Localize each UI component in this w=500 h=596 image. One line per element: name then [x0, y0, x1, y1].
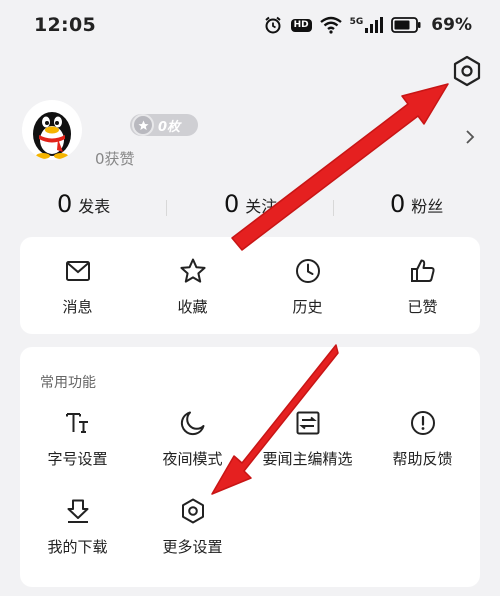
help-icon: [410, 411, 435, 435]
medal-icon: [132, 114, 154, 136]
profile-section[interactable]: 0枚 0获赞: [0, 95, 500, 185]
medal-count: 0枚: [158, 119, 181, 135]
quick-action-messages[interactable]: 消息: [20, 257, 135, 317]
battery-percentage: 69%: [431, 15, 472, 35]
stat-value: 0: [57, 190, 73, 218]
section-title: 常用功能: [40, 375, 96, 391]
stat-following[interactable]: 0 关注: [224, 190, 277, 218]
quick-action-history[interactable]: 历史: [250, 257, 365, 317]
wifi-icon: [319, 16, 342, 34]
function-label: 要闻主编精选: [262, 450, 353, 468]
hexagon-settings-icon: [453, 55, 481, 87]
quick-actions-card: 消息 收藏 历史 已赞: [20, 237, 480, 334]
quick-action-label: 已赞: [407, 298, 438, 316]
function-label: 帮助反馈: [392, 450, 453, 468]
quick-action-liked[interactable]: 已赞: [365, 257, 480, 317]
divider: [166, 200, 167, 216]
function-editor-picks[interactable]: 要闻主编精选: [250, 409, 365, 469]
function-label: 更多设置: [162, 538, 223, 556]
download-icon: [67, 499, 88, 523]
stat-posts[interactable]: 0 发表: [57, 190, 110, 218]
stat-followers[interactable]: 0 粉丝: [390, 190, 443, 218]
quick-action-label: 历史: [292, 298, 323, 316]
hd-badge: HD: [290, 18, 312, 32]
chevron-right-icon[interactable]: [464, 128, 476, 146]
alarm-icon: [264, 16, 281, 34]
stat-label: 发表: [78, 197, 111, 216]
quick-action-label: 消息: [62, 298, 93, 316]
stat-label: 粉丝: [411, 197, 444, 216]
status-icons: HD 5G 69%: [263, 15, 472, 35]
common-functions-card: 常用功能 字号设置 夜间模式 要闻主编精选 帮助反馈 我的下载 更多设置: [20, 347, 480, 587]
stat-value: 0: [390, 190, 406, 218]
likes-count: 0获赞: [95, 150, 135, 168]
moon-icon: [180, 411, 204, 436]
thumbs-up-icon: [410, 259, 435, 282]
stat-label: 关注: [245, 197, 278, 216]
network-type-label: 5G: [349, 17, 364, 27]
settings-button[interactable]: [450, 54, 484, 88]
clock-icon: [295, 259, 320, 283]
star-icon: [179, 258, 206, 283]
avatar[interactable]: [22, 100, 82, 160]
function-night-mode[interactable]: 夜间模式: [135, 409, 250, 469]
stat-value: 0: [224, 190, 240, 218]
hexagon-settings-icon: [181, 498, 204, 524]
quick-action-label: 收藏: [177, 298, 208, 316]
function-font-size[interactable]: 字号设置: [20, 409, 135, 469]
divider: [333, 200, 334, 216]
quick-action-favorites[interactable]: 收藏: [135, 257, 250, 317]
network-signal: 5G: [350, 17, 384, 33]
status-bar: 12:05 HD 5G 69%: [0, 0, 500, 50]
battery-icon: [391, 17, 421, 33]
function-more-settings[interactable]: 更多设置: [135, 497, 250, 557]
medal-badge[interactable]: 0枚: [130, 114, 198, 136]
function-label: 夜间模式: [162, 450, 223, 468]
mail-icon: [65, 261, 90, 281]
function-label: 字号设置: [47, 450, 108, 468]
function-my-downloads[interactable]: 我的下载: [20, 497, 135, 557]
function-label: 我的下载: [47, 538, 108, 556]
function-help-feedback[interactable]: 帮助反馈: [365, 409, 480, 469]
status-time: 12:05: [34, 14, 96, 36]
signal-icon: [365, 17, 384, 33]
font-size-icon: [65, 413, 88, 433]
penguin-avatar-icon: [33, 112, 71, 159]
editor-picks-icon: [296, 411, 319, 435]
stats-row: 0 发表 0 关注 0 粉丝: [0, 190, 500, 224]
